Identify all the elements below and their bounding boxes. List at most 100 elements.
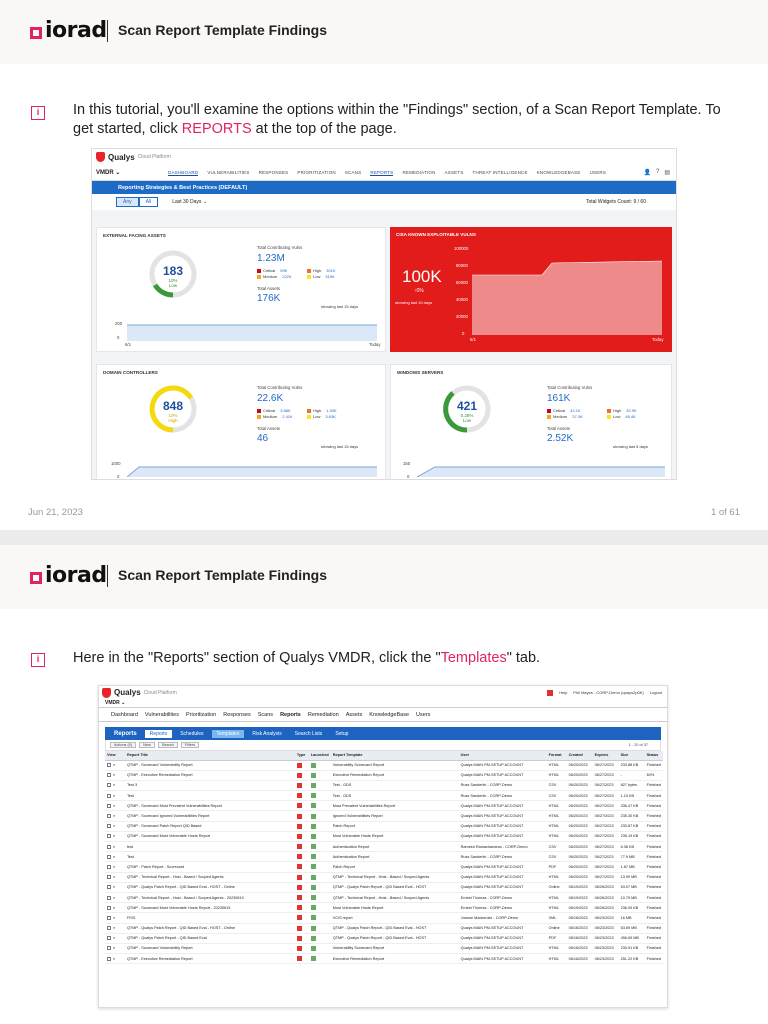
pager[interactable]: 1 - 20 of 37 xyxy=(629,743,648,747)
nav-scans[interactable]: SCANS xyxy=(345,170,362,175)
row-checkbox[interactable] xyxy=(107,793,111,798)
nav-remediation[interactable]: Remediation xyxy=(308,712,339,718)
tab-risk-analysis[interactable]: Risk Analysis xyxy=(247,730,286,738)
row-checkbox[interactable] xyxy=(107,773,111,778)
table-row[interactable]: ⌕ QTMP - Qualys Patch Report - QID Based … xyxy=(105,882,663,893)
nav-responses[interactable]: Responses xyxy=(223,712,251,718)
table-row[interactable]: ⌕ QTMP - Executive Remediation Report Exec… xyxy=(105,770,663,781)
view-icon[interactable]: ⌕ xyxy=(113,763,115,767)
nav-reports[interactable]: REPORTS xyxy=(370,170,394,176)
row-checkbox[interactable] xyxy=(107,956,111,961)
nav-threat-intelligence[interactable]: THREAT INTELLIGENCE xyxy=(473,170,528,175)
nav-users[interactable]: Users xyxy=(416,712,430,718)
view-icon[interactable]: ⌕ xyxy=(113,804,115,808)
nav-users[interactable]: USERS xyxy=(590,170,607,175)
nav-reports[interactable]: Reports xyxy=(280,712,301,718)
view-icon[interactable]: ⌕ xyxy=(113,957,115,961)
user-icon[interactable]: 👤 xyxy=(644,169,651,176)
table-row[interactable]: ⌕ QTMP - Scorecard Vulnerability Report Vu… xyxy=(105,760,663,771)
tab-templates[interactable]: Templates xyxy=(211,729,245,738)
view-icon[interactable]: ⌕ xyxy=(113,936,115,940)
table-row[interactable]: ⌕ QTMP - Qualys Patch Report - QID Based … xyxy=(105,933,663,944)
view-icon[interactable]: ⌕ xyxy=(113,834,115,838)
logout-link[interactable]: Logout xyxy=(650,690,662,695)
module-selector[interactable]: VMDR ⌄ xyxy=(99,699,667,708)
view-icon[interactable]: ⌕ xyxy=(113,814,115,818)
table-row[interactable]: ⌕ QTMP - Patch Report - Scorecard Patch Re… xyxy=(105,861,663,873)
table-row[interactable]: ⌕ QTMP - Scorecard Ignored Vulnerabilitie… xyxy=(105,810,663,822)
nav-scans[interactable]: Scans xyxy=(258,712,273,718)
actions-button[interactable]: Actions (0) xyxy=(110,742,137,748)
row-checkbox[interactable] xyxy=(107,783,111,788)
range-select[interactable]: Last 30 Days ⌄ xyxy=(172,199,207,205)
tab-search-lists[interactable]: Search Lists xyxy=(290,730,328,738)
help-link[interactable]: Help xyxy=(559,690,567,695)
view-icon[interactable]: ⌕ xyxy=(113,896,115,900)
table-row[interactable]: ⌕ Test 3 Test - GDS Russ Sanderlin - CORP-D… xyxy=(105,780,663,792)
view-icon[interactable]: ⌕ xyxy=(113,773,115,777)
search-button[interactable]: Search xyxy=(157,742,178,748)
view-icon[interactable]: ⌕ xyxy=(113,926,115,930)
table-row[interactable]: ⌕ QTMP - Technical Report - Host - Based … xyxy=(105,872,663,883)
new-button[interactable]: New xyxy=(139,742,155,748)
row-checkbox[interactable] xyxy=(107,834,111,839)
view-icon[interactable]: ⌕ xyxy=(113,906,115,910)
row-checkbox[interactable] xyxy=(107,814,111,819)
view-icon[interactable]: ⌕ xyxy=(113,875,115,879)
tab-reports[interactable]: Reports xyxy=(144,729,173,738)
row-checkbox[interactable] xyxy=(107,936,111,941)
nav-responses[interactable]: RESPONSES xyxy=(259,170,289,175)
table-row[interactable]: ⌕ QTMP - Scorecard Patch Report QID Based… xyxy=(105,821,663,832)
nav-dashboard[interactable]: DASHBOARD xyxy=(168,170,199,176)
notes-icon[interactable]: ▤ xyxy=(664,169,670,176)
table-row[interactable]: ⌕ QTMP - Scorecard Most Vulnerable Hosts … xyxy=(105,831,663,843)
row-checkbox[interactable] xyxy=(107,854,111,859)
row-checkbox[interactable] xyxy=(107,875,111,880)
nav-vulnerabilities[interactable]: Vulnerabilities xyxy=(145,712,179,718)
table-row[interactable]: ⌕ QTMP - Scorecard Vulnerability Report Vu… xyxy=(105,943,663,955)
row-checkbox[interactable] xyxy=(107,885,111,890)
row-checkbox[interactable] xyxy=(107,763,111,768)
table-row[interactable]: ⌕ QTMP - Qualys Patch Report - QID Based … xyxy=(105,923,663,934)
table-row[interactable]: ⌕ QTMP - Scorecard Most Prevalent Vulnera… xyxy=(105,800,663,812)
view-icon[interactable]: ⌕ xyxy=(113,865,115,869)
row-checkbox[interactable] xyxy=(107,844,111,849)
nav-vulnerabilities[interactable]: VULNERABILITIES xyxy=(207,170,249,175)
view-icon[interactable]: ⌕ xyxy=(113,885,115,889)
row-checkbox[interactable] xyxy=(107,864,111,869)
nav-dashboard[interactable]: Dashboard xyxy=(111,712,138,718)
view-icon[interactable]: ⌕ xyxy=(113,946,115,950)
table-row[interactable]: ⌕ QTMP - Scorecard Most Vulnerable Hosts … xyxy=(105,902,663,914)
view-icon[interactable]: ⌕ xyxy=(113,855,115,859)
table-row[interactable]: ⌕ Test Test - GDS Russ Sanderlin - CORP-Dem… xyxy=(105,790,663,802)
row-checkbox[interactable] xyxy=(107,895,111,900)
row-checkbox[interactable] xyxy=(107,824,111,829)
view-icon[interactable]: ⌕ xyxy=(113,783,115,787)
table-row[interactable]: ⌕ test Authentication Report Ramesh Ramacha… xyxy=(105,841,663,853)
help-icon[interactable]: ? xyxy=(656,169,659,176)
nav-knowledgebase[interactable]: KnowledgeBase xyxy=(369,712,409,718)
nav-remediation[interactable]: REMEDIATION xyxy=(402,170,435,175)
row-checkbox[interactable] xyxy=(107,915,111,920)
row-checkbox[interactable] xyxy=(107,905,111,910)
view-icon[interactable]: ⌕ xyxy=(113,845,115,849)
nav-assets[interactable]: ASSETS xyxy=(445,170,464,175)
tab-setup[interactable]: Setup xyxy=(330,730,353,738)
view-icon[interactable]: ⌕ xyxy=(113,824,115,828)
row-checkbox[interactable] xyxy=(107,926,111,931)
alert-icon[interactable] xyxy=(547,689,554,696)
row-checkbox[interactable] xyxy=(107,803,111,808)
filters-button[interactable]: Filters xyxy=(180,742,200,748)
tab-schedules[interactable]: Schedules xyxy=(175,730,208,738)
table-row[interactable]: ⌕ Test Authentication Report Russ Sanderlin… xyxy=(105,851,663,863)
table-row[interactable]: ⌕ QTMP - Technical Report - Host - Based … xyxy=(105,892,663,904)
row-checkbox[interactable] xyxy=(107,946,111,951)
user-menu[interactable]: Phil Mayes - CORP-Demo (quays2p0K) xyxy=(573,690,643,695)
nav-assets[interactable]: Assets xyxy=(346,712,363,718)
nav-prioritization[interactable]: Prioritization xyxy=(186,712,216,718)
nav-prioritization[interactable]: PRIORITIZATION xyxy=(297,170,335,175)
view-icon[interactable]: ⌕ xyxy=(113,794,115,798)
filter-all[interactable]: All xyxy=(138,197,159,207)
view-icon[interactable]: ⌕ xyxy=(113,916,115,920)
module-selector[interactable]: VMDR ⌄ xyxy=(96,169,168,176)
